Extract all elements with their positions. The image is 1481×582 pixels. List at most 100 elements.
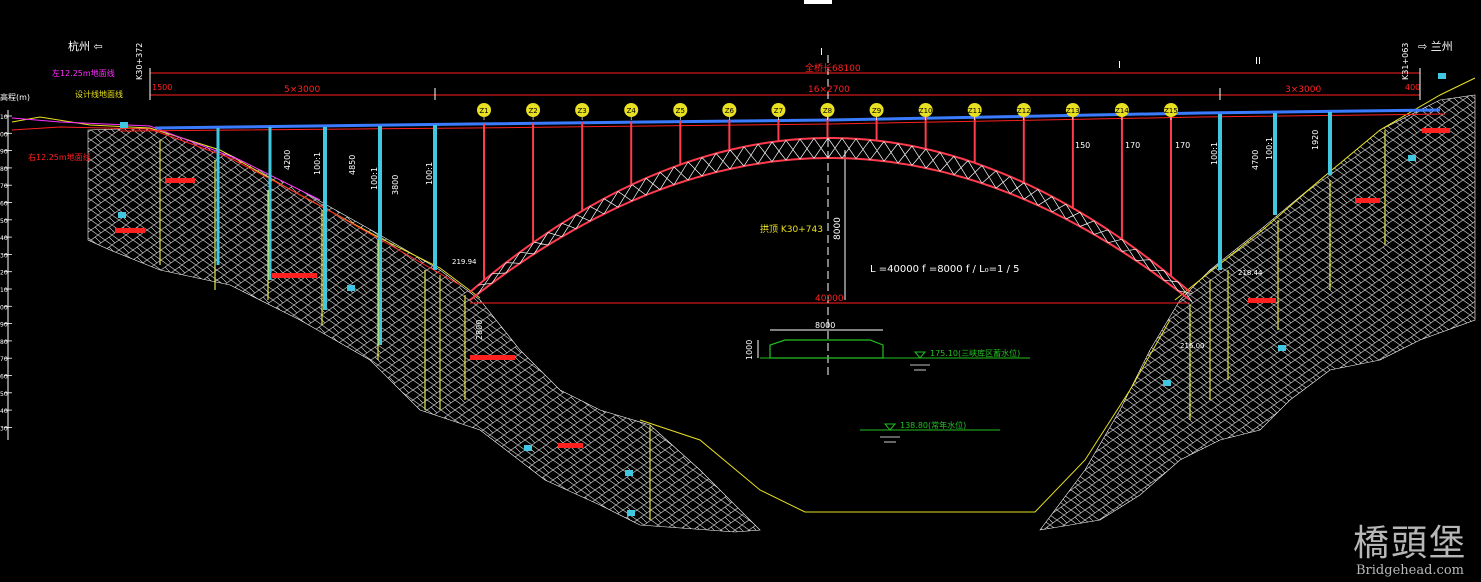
navigation-clearance bbox=[769, 339, 884, 359]
dim-1920: 1920 bbox=[1311, 130, 1320, 150]
right-end-label: ⇨ 兰州 bbox=[1418, 40, 1453, 53]
elev-tick-label: 00 bbox=[0, 304, 8, 311]
bridge-elevation-drawing: 10009080706050403020100090807060504030 Z… bbox=[0, 0, 1476, 533]
red-tag bbox=[115, 228, 145, 233]
section-mark-2: II bbox=[1255, 56, 1261, 67]
column-number-bubbles: Z1 Z2 Z3 Z4 Z5 Z6 Z7 Z8 Z9 Z10 Z11 Z12 Z13 Z14 Z15 bbox=[477, 103, 1178, 120]
dim-1001-l2: 100:1 bbox=[370, 167, 379, 190]
red-tag bbox=[165, 178, 195, 183]
column-number: Z14 bbox=[1115, 107, 1129, 115]
deck-edge bbox=[119, 113, 1446, 132]
column-number-bubble: Z5 bbox=[673, 103, 688, 120]
dim-170a: 170 bbox=[1125, 141, 1140, 150]
red-tag bbox=[470, 355, 515, 360]
legend-left: 左12.25m地面线 bbox=[52, 68, 115, 78]
right-span-label: 3×3000 bbox=[1285, 85, 1321, 95]
arch-ribs bbox=[469, 137, 1193, 302]
nav-width-label: 8000 bbox=[815, 321, 835, 330]
elev-2160: 216.00 bbox=[1180, 342, 1205, 350]
arch-parameters: L =40000 f =8000 f / L₀=1 / 5 bbox=[870, 264, 1019, 275]
section-mark-3: I bbox=[820, 47, 823, 58]
left-span-label: 5×3000 bbox=[284, 85, 320, 95]
red-tag bbox=[1248, 298, 1276, 303]
dim-4700: 4700 bbox=[1251, 150, 1260, 170]
elev-tick-label: 30 bbox=[0, 252, 8, 259]
arch-lower-chord bbox=[469, 157, 1191, 301]
elev-tick-label: 00 bbox=[0, 131, 8, 138]
elev-tick-label: 10 bbox=[0, 114, 8, 121]
column-number-bubble: Z14 bbox=[1114, 103, 1129, 120]
nav-height-label: 1000 bbox=[745, 340, 754, 360]
dim-1001-l3: 100:1 bbox=[425, 162, 434, 185]
column-number-bubble: Z4 bbox=[624, 103, 639, 120]
column-number: Z11 bbox=[968, 107, 982, 115]
elev-tick-label: 20 bbox=[0, 270, 8, 277]
bridge-deck bbox=[154, 108, 1441, 130]
red-tag bbox=[1355, 198, 1380, 203]
column-number: Z10 bbox=[919, 107, 933, 115]
elev-tick-label: 90 bbox=[0, 149, 8, 156]
rise-label: 8000 bbox=[833, 217, 843, 240]
water-low-label: 138.80(常年水位) bbox=[900, 420, 966, 430]
dim-150: 150 bbox=[1075, 141, 1090, 150]
total-length-label: 全桥长68100 bbox=[805, 62, 861, 74]
column-number-bubble: Z7 bbox=[771, 103, 786, 120]
column-number: Z2 bbox=[528, 107, 537, 115]
red-tag bbox=[272, 273, 317, 278]
column-number: Z7 bbox=[774, 107, 783, 115]
elev-tick-label: 10 bbox=[0, 287, 8, 294]
column-number: Z9 bbox=[872, 107, 881, 115]
column-number: Z12 bbox=[1017, 107, 1031, 115]
water-high-marker bbox=[913, 351, 927, 359]
right-station: K31+063 bbox=[1401, 43, 1410, 80]
elev-tick-label: 40 bbox=[0, 235, 8, 242]
elev-tick-label: 50 bbox=[0, 391, 8, 398]
elevation-ticks: 10 00 90 80 70 60 50 40 30 20 10 00 90 80 70 60 50 40 30 bbox=[0, 114, 12, 432]
elev-tick-label: 40 bbox=[0, 408, 8, 415]
left-station: K30+372 bbox=[135, 43, 144, 80]
watermark: 橋頭堡 Bridgehead.com bbox=[1352, 523, 1467, 579]
elev-tick-label: 80 bbox=[0, 166, 8, 173]
red-tag bbox=[1422, 128, 1450, 133]
column-number-bubble: Z8 bbox=[820, 103, 835, 120]
dim-2800: 2800 bbox=[475, 320, 484, 340]
elev-2199: 219.94 bbox=[452, 258, 477, 266]
red-tag bbox=[558, 443, 583, 448]
dim-3800: 3800 bbox=[391, 175, 400, 195]
watermark-english: Bridgehead.com bbox=[1356, 563, 1464, 578]
title-marker bbox=[804, 0, 832, 4]
dim-4200: 4200 bbox=[283, 150, 292, 170]
column-number: Z13 bbox=[1066, 107, 1080, 115]
column-number: Z4 bbox=[627, 107, 637, 115]
elev-tick-label: 90 bbox=[0, 322, 8, 329]
dim-1001-r2: 100:1 bbox=[1265, 137, 1274, 160]
legend-design: 设计线地面线 bbox=[75, 89, 123, 99]
section-mark-1: I bbox=[1118, 60, 1121, 71]
column-number: Z8 bbox=[823, 107, 832, 115]
column-number: Z3 bbox=[578, 107, 587, 115]
dim-1001-r1: 100:1 bbox=[1210, 142, 1219, 165]
elev-tick-label: 80 bbox=[0, 339, 8, 346]
column-number-bubble: Z6 bbox=[722, 103, 737, 120]
right-last-label: 400 bbox=[1405, 83, 1420, 92]
elev-tick-label: 50 bbox=[0, 218, 8, 225]
elev-2184: 218.44 bbox=[1238, 269, 1263, 277]
left-first-label: 1500 bbox=[152, 83, 172, 92]
column-number: Z1 bbox=[479, 107, 488, 115]
elev-tick-label: 70 bbox=[0, 356, 8, 363]
column-number-bubble: Z2 bbox=[526, 103, 541, 120]
elev-tick-label: 30 bbox=[0, 425, 8, 432]
center-station-label: 拱顶 K30+743 bbox=[760, 223, 823, 235]
column-number: Z6 bbox=[725, 107, 735, 115]
arch-span-label: 40000 bbox=[815, 294, 844, 304]
watermark-chinese: 橋頭堡 bbox=[1352, 523, 1467, 564]
dim-4850: 4850 bbox=[348, 155, 357, 175]
column-number: Z5 bbox=[676, 107, 685, 115]
legend-right: 右12.25m地面线 bbox=[28, 152, 91, 162]
dim-170b: 170 bbox=[1175, 141, 1190, 150]
elev-tick-label: 60 bbox=[0, 201, 8, 208]
column-number-bubble: Z13 bbox=[1065, 103, 1080, 120]
left-end-label: 杭州 ⇦ bbox=[68, 39, 103, 53]
column-number-bubble: Z3 bbox=[575, 103, 590, 120]
water-low-marker bbox=[883, 423, 897, 431]
